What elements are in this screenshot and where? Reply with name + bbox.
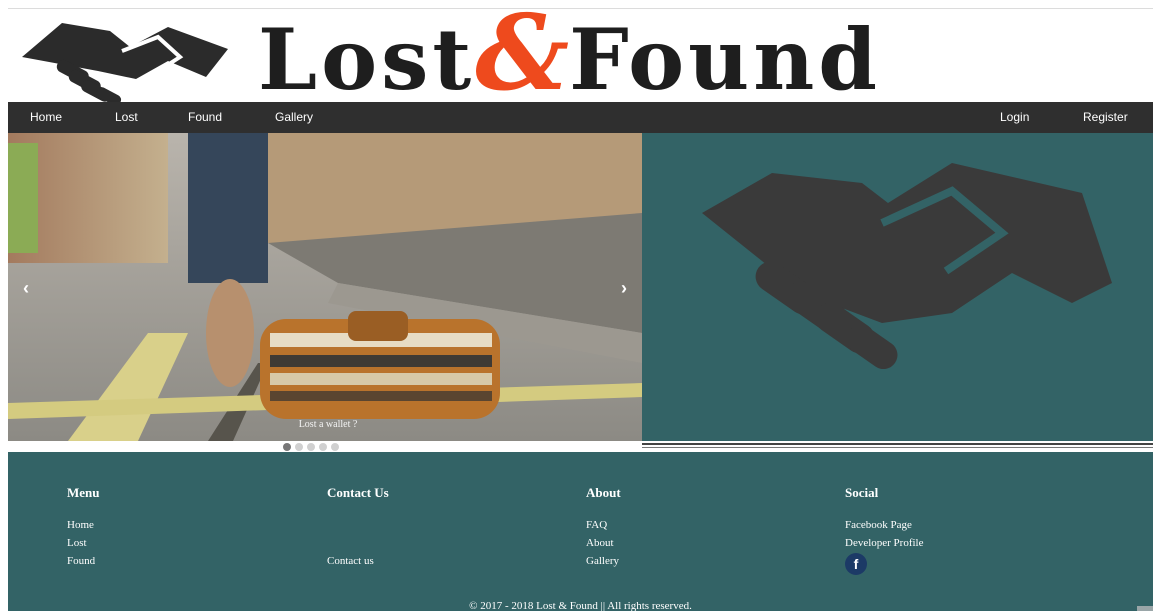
hero-section: ‹ › Lost a wallet ? [8, 133, 1153, 452]
nav-lost[interactable]: Lost [115, 102, 138, 133]
main-navbar: Home Lost Found Gallery Login Register [8, 102, 1153, 133]
nav-login[interactable]: Login [1000, 102, 1029, 133]
nav-found[interactable]: Found [188, 102, 222, 133]
site-title: Lost&Found [258, 1, 881, 110]
carousel-prev-arrow[interactable]: ‹ [16, 278, 36, 298]
footer-link-faq[interactable]: FAQ [586, 516, 621, 534]
footer-menu-column: Menu Home Lost Found [67, 484, 100, 570]
nav-register[interactable]: Register [1083, 102, 1128, 133]
scrollbar-corner [1137, 606, 1153, 611]
carousel-indicator-2[interactable] [295, 443, 303, 451]
footer-about-heading: About [586, 485, 621, 500]
footer-link-found[interactable]: Found [67, 552, 100, 570]
site-footer: Menu Home Lost Found Contact Us Contact … [8, 452, 1153, 611]
footer-contact-column: Contact Us Contact us [327, 484, 389, 570]
footer-menu-heading: Menu [67, 485, 100, 500]
footer-link-developer-profile[interactable]: Developer Profile [845, 534, 924, 552]
nav-gallery[interactable]: Gallery [275, 102, 313, 133]
handshake-panel [642, 133, 1153, 441]
image-carousel[interactable]: ‹ › Lost a wallet ? [8, 133, 642, 441]
carousel-next-arrow[interactable]: › [614, 278, 634, 298]
site-banner: Lost&Found [8, 1, 1153, 109]
panel-divider [642, 443, 1153, 448]
footer-link-about[interactable]: About [586, 534, 621, 552]
title-word-lost: Lost [258, 10, 476, 109]
footer-about-column: About FAQ About Gallery [586, 484, 621, 570]
carousel-indicator-3[interactable] [307, 443, 315, 451]
footer-social-column: Social Facebook Page Developer Profile f [845, 484, 924, 575]
carousel-indicator-1[interactable] [283, 443, 291, 451]
handshake-icon [702, 163, 1112, 370]
carousel-indicator-4[interactable] [319, 443, 327, 451]
nav-home[interactable]: Home [30, 102, 62, 133]
title-word-found: Found [569, 10, 882, 109]
footer-link-facebook-page[interactable]: Facebook Page [845, 516, 924, 534]
footer-link-contact-us[interactable]: Contact us [327, 552, 389, 570]
copyright-text: © 2017 - 2018 Lost & Found || All rights… [469, 600, 692, 611]
footer-link-lost[interactable]: Lost [67, 534, 100, 552]
footer-social-heading: Social [845, 485, 879, 500]
carousel-indicators [283, 443, 339, 451]
footer-link-home[interactable]: Home [67, 516, 100, 534]
carousel-caption: Lost a wallet ? [298, 419, 358, 430]
footer-contact-heading: Contact Us [327, 485, 389, 500]
facebook-icon[interactable]: f [845, 553, 867, 575]
footer-link-gallery[interactable]: Gallery [586, 552, 621, 570]
title-ampersand: & [475, 0, 570, 114]
wallet-on-street-photo [8, 133, 642, 441]
carousel-indicator-5[interactable] [331, 443, 339, 451]
handshake-logo-icon [22, 23, 228, 103]
